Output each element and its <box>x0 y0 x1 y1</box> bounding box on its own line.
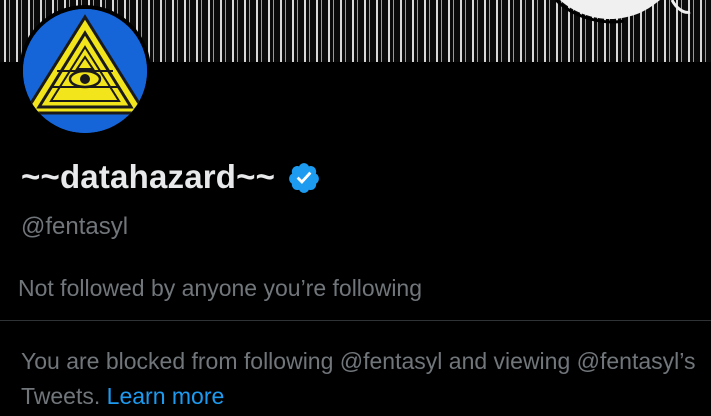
verified-badge-icon[interactable] <box>287 161 321 195</box>
avatar-image <box>23 9 147 133</box>
blocked-notice: You are blocked from following @fentasyl… <box>21 344 701 414</box>
profile-avatar[interactable] <box>19 5 151 137</box>
learn-more-link[interactable]: Learn more <box>107 383 225 409</box>
display-name-row: ~~datahazard~~ <box>21 158 321 196</box>
section-divider <box>0 320 711 321</box>
display-name: ~~datahazard~~ <box>21 158 276 195</box>
eye-triangle-icon <box>23 9 147 133</box>
followers-you-know-note: Not followed by anyone you’re following <box>18 275 423 301</box>
profile-handle: @fentasyl <box>21 213 129 240</box>
